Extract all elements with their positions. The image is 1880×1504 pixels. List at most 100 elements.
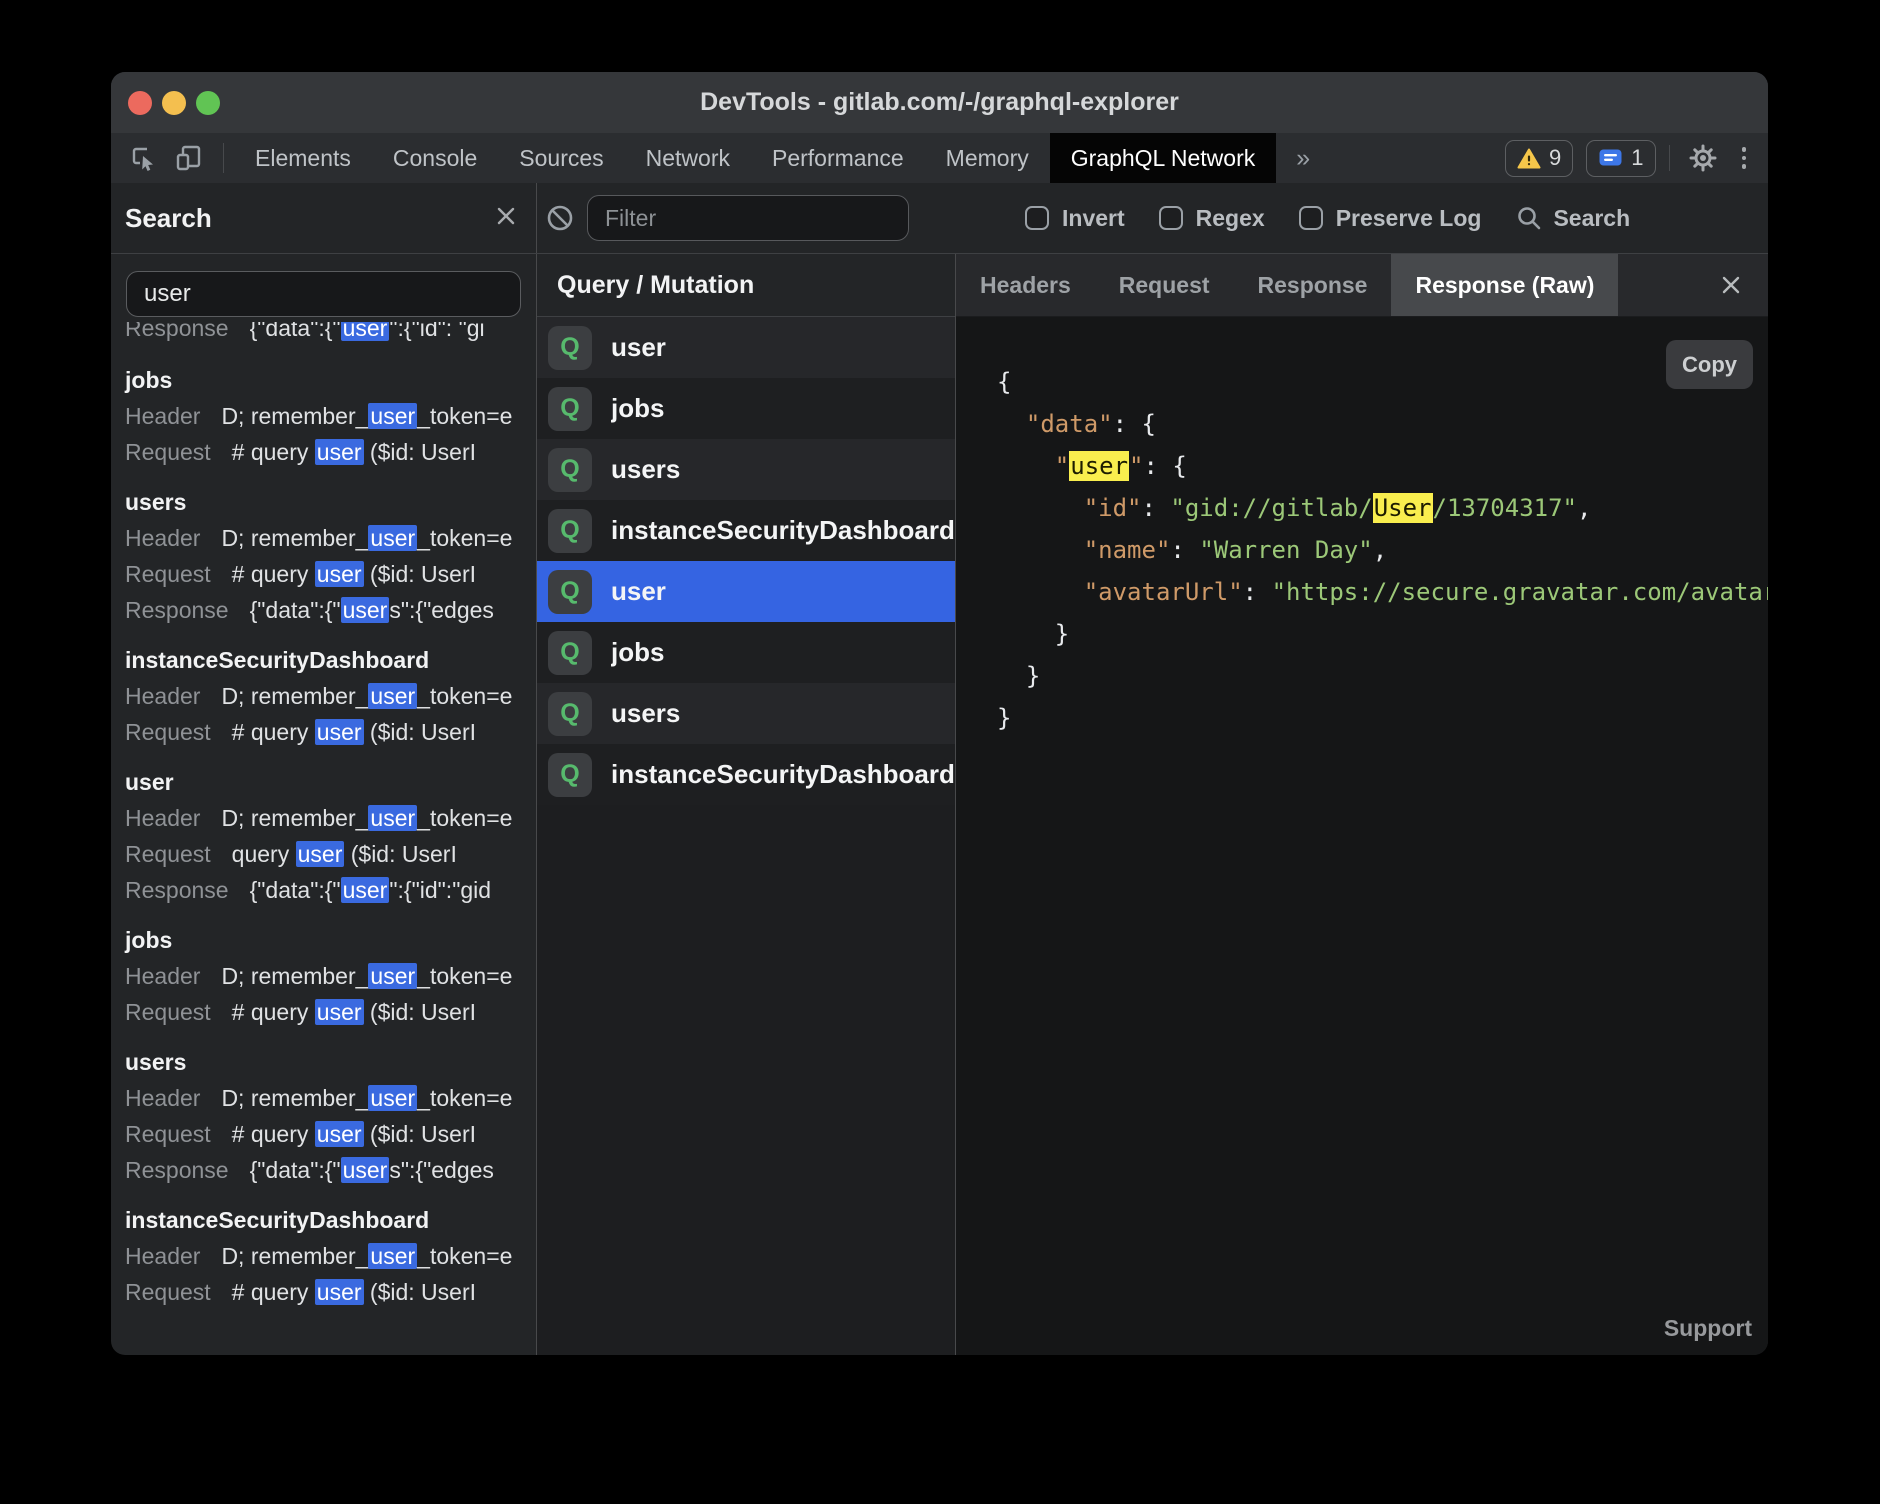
settings-gear-icon[interactable] bbox=[1683, 138, 1723, 178]
checkbox-group-invert[interactable]: Invert bbox=[1025, 205, 1125, 232]
checkbox-preserve-log[interactable] bbox=[1299, 206, 1323, 230]
close-window-button[interactable] bbox=[128, 91, 152, 115]
search-result-line[interactable]: Request# query user ($id: UserI bbox=[125, 994, 536, 1030]
value-text: s":{"edges bbox=[389, 1157, 494, 1183]
tab-memory[interactable]: Memory bbox=[925, 133, 1050, 183]
search-panel-header: Search bbox=[111, 183, 537, 253]
query-list-item[interactable]: Quser bbox=[537, 561, 955, 622]
search-result-value: {"data":{"user":{"id": "gi bbox=[250, 322, 485, 341]
kebab-menu-icon[interactable] bbox=[1736, 147, 1753, 169]
more-tabs-chevron-icon[interactable]: » bbox=[1276, 133, 1330, 183]
filter-input[interactable] bbox=[587, 195, 909, 241]
checkbox-invert[interactable] bbox=[1025, 206, 1049, 230]
detail-tab-headers[interactable]: Headers bbox=[956, 254, 1095, 316]
search-result-value: # query user ($id: UserI bbox=[232, 719, 476, 745]
json-line: "name": "Warren Day", bbox=[997, 529, 1768, 571]
query-name: users bbox=[611, 454, 680, 485]
device-toolbar-icon[interactable] bbox=[169, 138, 209, 178]
detail-tab-request[interactable]: Request bbox=[1095, 254, 1234, 316]
tab-performance[interactable]: Performance bbox=[751, 133, 925, 183]
search-result-line[interactable]: HeaderD; remember_user_token=e bbox=[125, 678, 536, 714]
search-result-line[interactable]: Request# query user ($id: UserI bbox=[125, 556, 536, 592]
query-list-item[interactable]: QinstanceSecurityDashboard bbox=[537, 500, 955, 561]
search-result-value: {"data":{"user":{"id":"gid bbox=[250, 877, 491, 903]
json-token: } bbox=[997, 620, 1069, 648]
search-result-line[interactable]: HeaderD; remember_user_token=e bbox=[125, 1080, 536, 1116]
search-result-label: Response bbox=[125, 1157, 229, 1183]
tab-elements[interactable]: Elements bbox=[234, 133, 372, 183]
search-result-line[interactable]: Response{"data":{"users":{"edges bbox=[125, 592, 536, 628]
search-result-label: Header bbox=[125, 805, 200, 831]
close-detail-icon[interactable] bbox=[1694, 254, 1768, 316]
query-name: jobs bbox=[611, 393, 664, 424]
json-line: } bbox=[997, 613, 1768, 655]
search-result-line[interactable]: Request# query user ($id: UserI bbox=[125, 434, 536, 470]
clear-block-icon[interactable] bbox=[545, 203, 575, 233]
tab-graphql-network[interactable]: GraphQL Network bbox=[1050, 133, 1277, 183]
tab-network[interactable]: Network bbox=[625, 133, 751, 183]
json-response-body: { "data": { "user": { "id": "gid://gitla… bbox=[956, 317, 1768, 739]
close-search-icon[interactable] bbox=[494, 204, 518, 233]
query-list-item[interactable]: Qusers bbox=[537, 439, 955, 500]
support-link[interactable]: Support bbox=[1664, 1315, 1752, 1342]
query-list-item[interactable]: Quser bbox=[537, 317, 955, 378]
warnings-badge[interactable]: 9 bbox=[1505, 140, 1573, 177]
search-result-line[interactable]: Request# query user ($id: UserI bbox=[125, 714, 536, 750]
search-result-label: Request bbox=[125, 1121, 211, 1147]
checkbox-group-regex[interactable]: Regex bbox=[1159, 205, 1265, 232]
window-title: DevTools - gitlab.com/-/graphql-explorer bbox=[700, 88, 1179, 117]
json-token: : bbox=[1243, 578, 1272, 606]
search-result-label: Header bbox=[125, 525, 200, 551]
search-result-line[interactable]: HeaderD; remember_user_token=e bbox=[125, 958, 536, 994]
query-list-item[interactable]: Qusers bbox=[537, 683, 955, 744]
search-result-title: instanceSecurityDashboard bbox=[125, 1202, 536, 1238]
json-line: "data": { bbox=[997, 403, 1768, 445]
minimize-window-button[interactable] bbox=[162, 91, 186, 115]
value-text: _token=e bbox=[417, 1243, 512, 1269]
search-result-line[interactable]: HeaderD; remember_user_token=e bbox=[125, 398, 536, 434]
checkbox-group-preserve-log[interactable]: Preserve Log bbox=[1299, 205, 1482, 232]
query-list-item[interactable]: Qjobs bbox=[537, 378, 955, 439]
search-result-line[interactable]: Response{"data":{"user":{"id": "gi bbox=[125, 322, 536, 346]
inspect-element-icon[interactable] bbox=[123, 138, 163, 178]
query-list-item[interactable]: Qjobs bbox=[537, 622, 955, 683]
json-token: "gid://gitlab/ bbox=[1170, 494, 1372, 522]
search-result-value: # query user ($id: UserI bbox=[232, 439, 476, 465]
search-input[interactable] bbox=[126, 271, 521, 317]
checkbox-regex[interactable] bbox=[1159, 206, 1183, 230]
search-result-line[interactable]: Request# query user ($id: UserI bbox=[125, 1274, 536, 1310]
search-result-group: usersHeaderD; remember_user_token=eReque… bbox=[125, 484, 536, 628]
tab-console[interactable]: Console bbox=[372, 133, 498, 183]
search-result-line[interactable]: HeaderD; remember_user_token=e bbox=[125, 520, 536, 556]
query-name: user bbox=[611, 576, 666, 607]
query-type-badge: Q bbox=[548, 631, 592, 675]
json-token: { bbox=[1172, 452, 1186, 480]
search-result-line[interactable]: Requestquery user ($id: UserI bbox=[125, 836, 536, 872]
query-type-badge: Q bbox=[548, 326, 592, 370]
search-result-line[interactable]: Response{"data":{"users":{"edges bbox=[125, 1152, 536, 1188]
search-result-line[interactable]: Response{"data":{"user":{"id":"gid bbox=[125, 872, 536, 908]
query-type-badge: Q bbox=[548, 692, 592, 736]
detail-tab-response[interactable]: Response bbox=[1234, 254, 1392, 316]
tab-sources[interactable]: Sources bbox=[498, 133, 624, 183]
network-search-label: Search bbox=[1553, 205, 1630, 232]
search-result-line[interactable]: HeaderD; remember_user_token=e bbox=[125, 1238, 536, 1274]
query-list-item[interactable]: QinstanceSecurityDashboard bbox=[537, 744, 955, 805]
network-search-button[interactable]: Search bbox=[1515, 204, 1630, 232]
value-text: _token=e bbox=[417, 525, 512, 551]
search-result-line[interactable]: Request# query user ($id: UserI bbox=[125, 1116, 536, 1152]
issues-badge[interactable]: 1 bbox=[1586, 140, 1655, 177]
query-name: jobs bbox=[611, 637, 664, 668]
copy-button[interactable]: Copy bbox=[1666, 340, 1753, 389]
search-result-line[interactable]: Header D; remember_user_token=e bbox=[125, 800, 536, 836]
value-text: D; remember_ bbox=[221, 683, 368, 709]
query-mutation-panel: Query / Mutation QuserQjobsQusersQinstan… bbox=[537, 254, 956, 1355]
search-result-value: D; remember_user_token=e bbox=[221, 805, 512, 831]
detail-tab-response-raw[interactable]: Response (Raw) bbox=[1391, 254, 1618, 316]
search-result-group: instanceSecurityDashboardHeaderD; rememb… bbox=[125, 642, 536, 750]
checkbox-label: Preserve Log bbox=[1336, 205, 1482, 232]
value-text: {"data":{" bbox=[250, 597, 341, 623]
value-text: ($id: UserI bbox=[364, 999, 476, 1025]
toolbar-right: 9 1 bbox=[1505, 133, 1768, 183]
zoom-window-button[interactable] bbox=[196, 91, 220, 115]
